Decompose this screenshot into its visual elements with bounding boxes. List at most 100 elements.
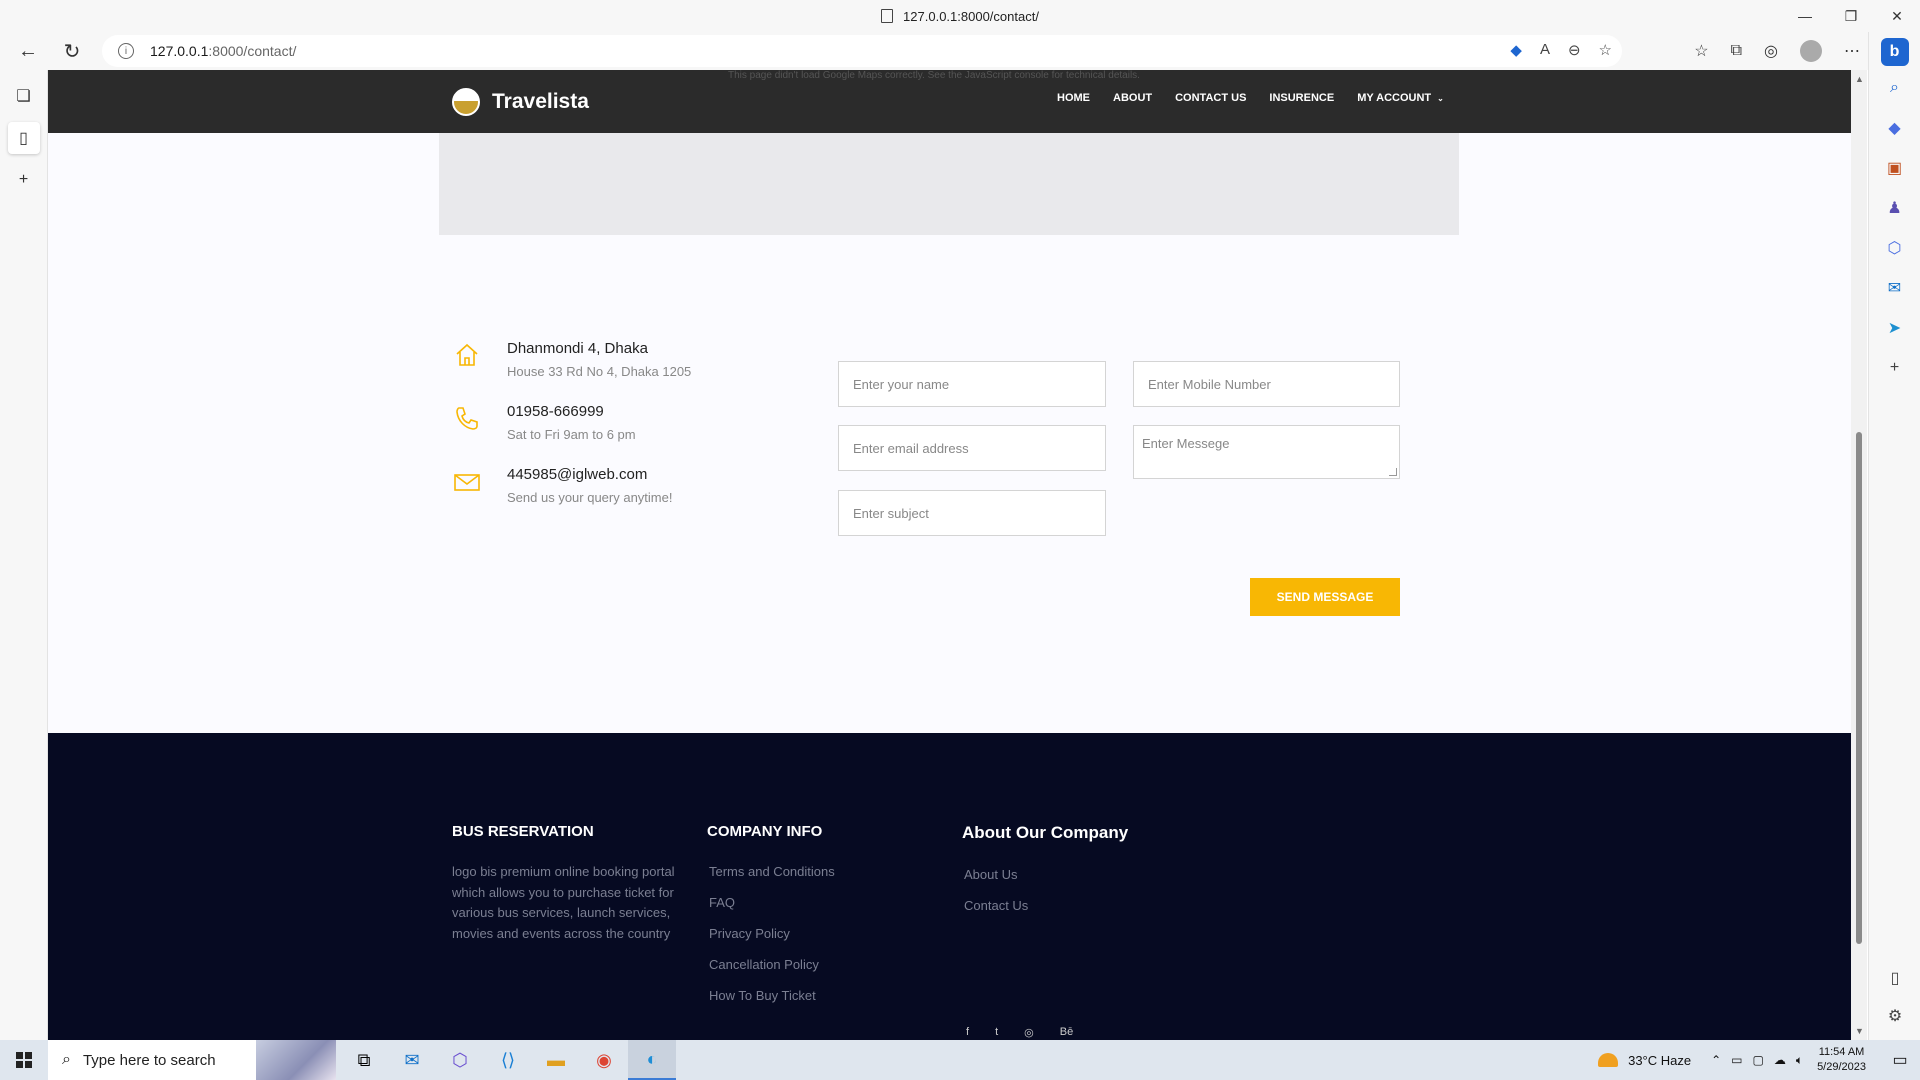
send-message-button[interactable]: SEND MESSAGE [1250,578,1400,616]
microsoft-365-icon[interactable]: ⬡ [1883,236,1907,260]
weather-text: 33°C Haze [1628,1052,1692,1068]
shopping-icon[interactable]: ◆ [1883,116,1907,140]
bing-chat-icon[interactable]: b [1880,38,1909,66]
scroll-up-icon[interactable]: ▲ [1855,74,1864,84]
behance-icon[interactable]: Bē [1060,1026,1073,1039]
address-bar[interactable]: i 127.0.0.1:8000/contact/ ◆ A ⊖ ☆ [102,35,1622,67]
nav-my-account[interactable]: MY ACCOUNT ⌄ [1357,92,1444,104]
edge-icon[interactable]: ◐ [628,1040,676,1080]
footer-link[interactable]: Cancellation Policy [709,957,835,988]
footer-link[interactable]: Privacy Policy [709,926,835,957]
favorites-icon[interactable]: ☆ [1694,41,1708,61]
footer-links: Terms and Conditions FAQ Privacy Policy … [709,864,835,1019]
profile-avatar[interactable] [1800,40,1822,62]
weather-widget[interactable]: 33°C Haze [1598,1053,1691,1068]
nav-about[interactable]: ABOUT [1113,92,1152,104]
home-icon [452,340,482,370]
taskbar-search[interactable]: ⌕ Type here to search [48,1040,336,1080]
windows-logo-icon [16,1052,32,1068]
minimize-icon[interactable]: — [1782,0,1828,32]
contact-title: 445985@iglweb.com [507,466,648,483]
file-explorer-icon[interactable]: ▬ [532,1040,580,1080]
network-icon[interactable]: ▭ [1731,1053,1742,1068]
footer-bus-reservation: BUS RESERVATION logo bis premium online … [452,823,682,944]
footer-company-info: COMPANY INFO Terms and Conditions FAQ Pr… [707,823,835,1019]
chevron-up-icon[interactable]: ⌃ [1711,1053,1721,1068]
name-input[interactable]: Enter your name [838,361,1106,407]
footer-link[interactable]: FAQ [709,895,835,926]
facebook-icon[interactable]: f [966,1026,969,1039]
scroll-down-icon[interactable]: ▼ [1855,1026,1864,1036]
new-tab-icon[interactable]: + [8,164,40,196]
page-scrollbar[interactable]: ▲ ▼ [1851,70,1867,1040]
search-icon[interactable]: ⌕ [1883,76,1907,100]
contact-subtitle: House 33 Rd No 4, Dhaka 1205 [507,364,692,379]
nav-contact-us[interactable]: CONTACT US [1175,92,1246,104]
scroll-thumb[interactable] [1856,432,1862,944]
email-input[interactable]: Enter email address [838,425,1106,471]
add-favorite-icon[interactable]: ☆ [1599,41,1612,59]
url-actions: ◆ A ⊖ ☆ [1510,41,1612,59]
back-icon[interactable]: ← [10,33,46,69]
search-highlight-image [256,1040,336,1080]
coupon-tag-icon[interactable]: ◆ [1510,41,1522,59]
footer-link[interactable]: How To Buy Ticket [709,988,835,1019]
refresh-icon[interactable]: ↻ [54,33,90,69]
more-menu-icon[interactable]: ⋯ [1844,41,1860,61]
browser-essentials-icon[interactable]: ◎ [1764,41,1778,61]
meet-now-icon[interactable]: ▢ [1753,1053,1764,1068]
haze-weather-icon [1598,1053,1619,1067]
system-tray: 33°C Haze ⌃ ▭ ▢ ☁ 🔈︎ 11:54 AM 5/29/2023 … [1598,1040,1920,1080]
url-text: 127.0.0.1:8000/contact/ [150,43,297,59]
nav-insurence[interactable]: INSURENCE [1269,92,1334,104]
mail-app-icon[interactable]: ✉ [388,1040,436,1080]
restore-icon[interactable]: ❐ [1828,0,1874,32]
dribbble-icon[interactable]: ◎ [1024,1026,1034,1039]
nav-home[interactable]: HOME [1057,92,1090,104]
brand[interactable]: Travelista [452,88,589,116]
tray-icons: ⌃ ▭ ▢ ☁ 🔈︎ [1711,1053,1803,1068]
clock-time: 11:54 AM [1818,1046,1865,1058]
read-aloud-icon[interactable]: A [1540,41,1550,59]
brand-logo [452,88,480,116]
notifications-icon[interactable]: ▭ [1880,1050,1920,1070]
drop-icon[interactable]: ➤ [1883,316,1907,340]
close-icon[interactable]: ✕ [1874,0,1920,32]
mobile-input[interactable]: Enter Mobile Number [1133,361,1400,407]
tools-icon[interactable]: ▣ [1883,156,1907,180]
footer-description: logo bis premium online booking portal w… [452,864,675,941]
start-button[interactable] [0,1040,48,1080]
vscode-icon[interactable]: ⟨⟩ [484,1040,532,1080]
chrome-icon[interactable]: ◉ [580,1040,628,1080]
collections-icon[interactable]: ⧉ [1731,42,1742,60]
window-title: 127.0.0.1:8000/contact/ [903,8,1039,24]
tab-contact[interactable]: ▯ [7,122,40,154]
resize-handle-icon[interactable] [1389,468,1397,476]
taskbar-search-placeholder: Type here to search [82,1051,216,1069]
clock[interactable]: 11:54 AM 5/29/2023 [1817,1045,1866,1075]
games-icon[interactable]: ♟ [1883,196,1907,220]
tab-actions-icon[interactable]: ❏ [8,80,40,112]
main-nav: HOME ABOUT CONTACT US INSURENCE MY ACCOU… [1057,92,1444,104]
social-links: f t ◎ Bē [966,1026,1073,1039]
subject-input[interactable]: Enter subject [838,490,1106,536]
footer-link[interactable]: Contact Us [964,898,1128,929]
contact-title: Dhanmondi 4, Dhaka [507,340,648,357]
app-hexagon-icon[interactable]: ⬡ [436,1040,484,1080]
settings-icon[interactable]: ⚙ [1883,1004,1907,1028]
outlook-icon[interactable]: ✉ [1883,276,1907,300]
onedrive-icon[interactable]: ☁ [1774,1053,1786,1068]
hide-sidebar-icon[interactable]: ▯ [1883,966,1907,990]
message-placeholder: Enter Messege [1142,436,1230,451]
volume-icon[interactable]: 🔈︎ [1796,1053,1803,1068]
twitter-icon[interactable]: t [995,1026,998,1039]
add-sidebar-app-icon[interactable]: + [1883,356,1907,380]
zoom-out-icon[interactable]: ⊖ [1568,41,1581,59]
windows-taskbar: ⌕ Type here to search ⧉ ✉ ⬡ ⟨⟩ ▬ ◉ ◐ 33°… [0,1040,1920,1080]
footer-heading: COMPANY INFO [707,823,823,840]
footer-link[interactable]: About Us [964,867,1128,898]
site-info-icon[interactable]: i [118,43,134,59]
message-textarea[interactable]: Enter Messege [1133,425,1400,479]
footer-link[interactable]: Terms and Conditions [709,864,835,895]
task-view-icon[interactable]: ⧉ [340,1040,388,1080]
